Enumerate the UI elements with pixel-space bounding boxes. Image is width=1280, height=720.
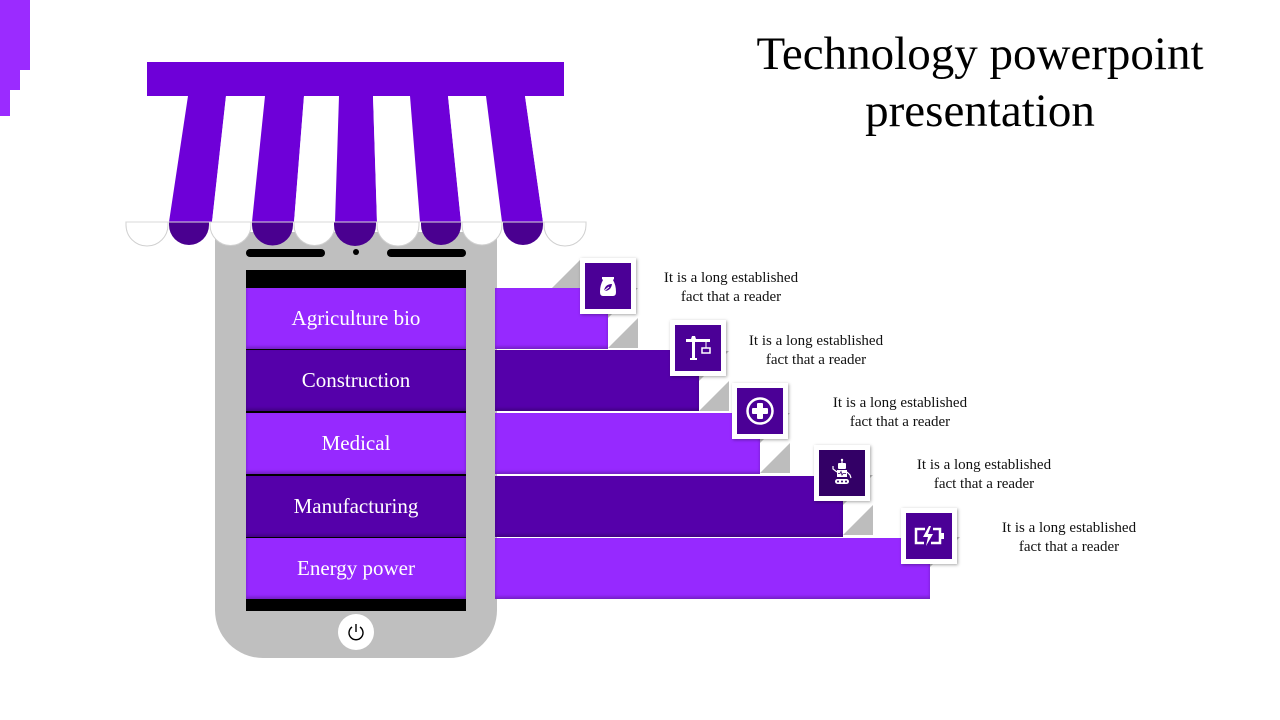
seed-bag-leaf-icon [600,277,616,296]
phone-home-button[interactable] [338,614,374,650]
menu-item-label: Construction [301,368,411,392]
awning [125,62,587,247]
corner-decoration [0,90,10,116]
icon-box-manufacturing [814,445,870,501]
menu-item-label: Medical [321,431,391,455]
corner-decoration [0,0,30,70]
menu-item-label: Agriculture bio [291,306,421,330]
step-bar-medical [495,413,760,474]
icon-box-energy [901,508,957,564]
awning-scallops [125,221,587,247]
slide-title-line2: presentation [865,85,1095,137]
icon-box-construction [670,320,726,376]
description-manufacturing: It is a long established fact that a rea… [916,457,1052,492]
robot-icon [832,458,852,484]
description-energy: It is a long established fact that a rea… [1001,520,1137,555]
step-bar-energy [495,538,930,599]
description-agriculture: It is a long established fact that a rea… [663,270,799,305]
menu-item-manufacturing[interactable]: Manufacturing [246,476,466,537]
icon-box-agriculture [580,258,636,314]
step-bar-manufacturing [495,476,843,537]
icon-box-medical [732,383,788,439]
slide-title: Technology powerpoint presentation [700,26,1260,140]
step-bar-construction [495,350,699,411]
menu-item-medical[interactable]: Medical [246,413,466,474]
menu-item-agriculture[interactable]: Agriculture bio [246,288,466,349]
menu-item-construction[interactable]: Construction [246,350,466,411]
corner-decoration [0,70,20,90]
menu-item-label: Energy power [297,556,415,580]
awning-top-band [147,62,564,96]
medical-cross-icon [746,397,774,425]
crane-icon [686,336,711,360]
menu-item-energy[interactable]: Energy power [246,538,466,599]
power-icon [348,624,364,641]
menu-item-label: Manufacturing [293,494,419,518]
slide-title-line1: Technology powerpoint [756,28,1204,80]
description-medical: It is a long established fact that a rea… [832,395,968,430]
description-construction: It is a long established fact that a rea… [748,333,884,368]
battery-charging-icon [914,526,944,546]
awning-stripes [126,96,585,222]
